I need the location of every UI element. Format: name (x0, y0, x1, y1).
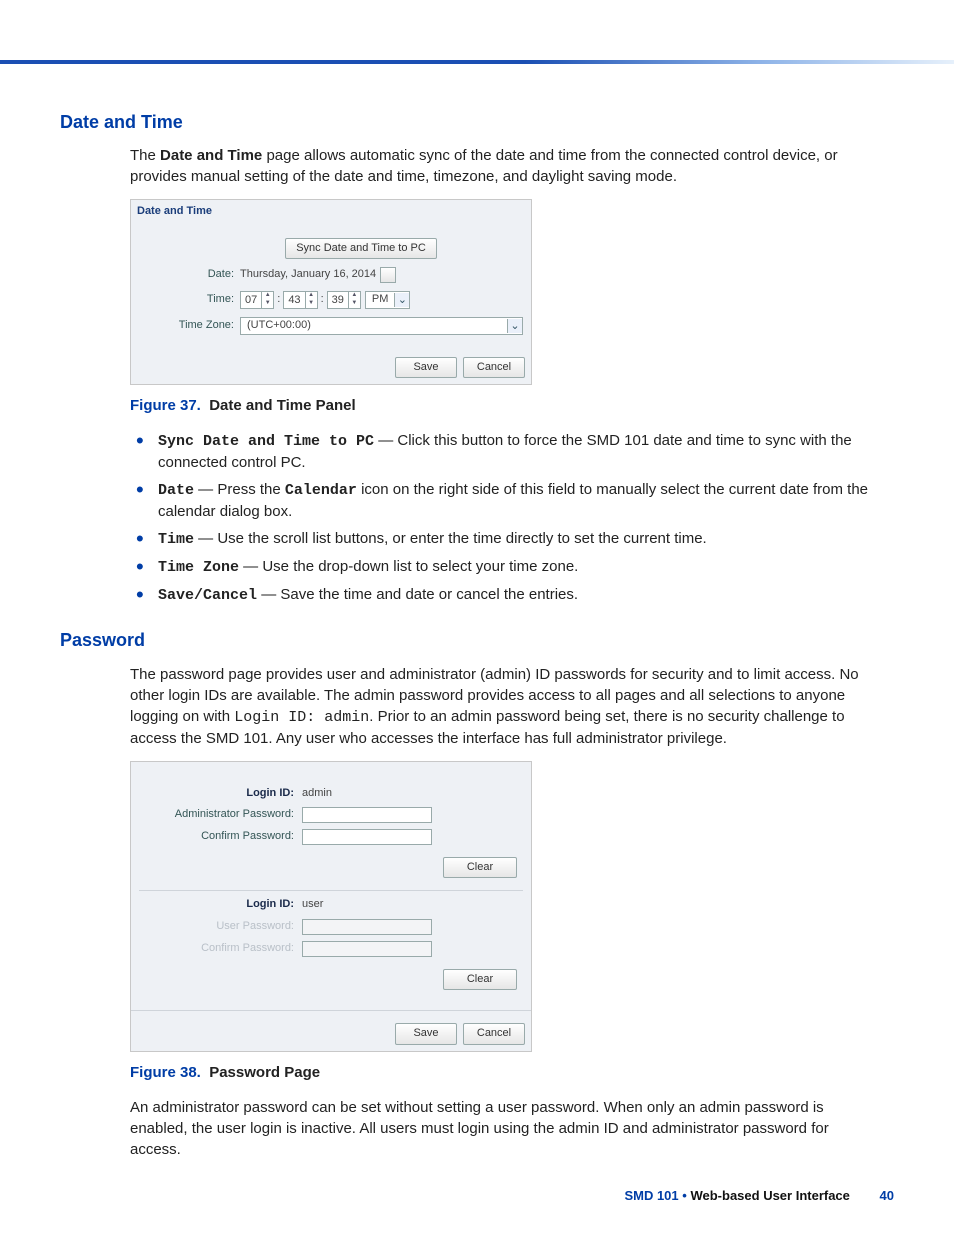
page-number: 40 (880, 1188, 894, 1203)
page-footer: SMD 101 • Web-based User Interface 40 (624, 1187, 894, 1205)
term: Date (158, 482, 194, 499)
chevron-down-icon: ⌄ (507, 319, 522, 333)
password-after-text: An administrator password can be set wit… (130, 1097, 874, 1160)
panel-date-time: Date and Time Sync Date and Time to PC D… (130, 199, 532, 385)
term: Save/Cancel (158, 587, 257, 604)
divider (131, 1010, 531, 1011)
hour-value: 07 (241, 292, 261, 308)
user-confirm-input[interactable] (302, 941, 432, 957)
sync-date-time-button[interactable]: Sync Date and Time to PC (285, 238, 437, 259)
date-label: Date: (139, 267, 240, 282)
login-id-label: Login ID: (139, 786, 302, 801)
term: Sync Date and Time to PC (158, 433, 374, 450)
figure-37-caption: Figure 37. Date and Time Panel (130, 395, 874, 416)
datetime-bullet-list: Sync Date and Time to PC — Click this bu… (130, 430, 874, 606)
colon: : (274, 292, 283, 307)
text: — Use the scroll list buttons, or enter … (194, 530, 707, 547)
save-button[interactable]: Save (395, 357, 457, 378)
save-button[interactable]: Save (395, 1023, 457, 1044)
minute-stepper[interactable]: 43 ▲▼ (283, 291, 317, 309)
datetime-intro: The Date and Time page allows automatic … (130, 145, 874, 187)
term: Time (158, 531, 194, 548)
list-item: Sync Date and Time to PC — Click this bu… (130, 430, 874, 473)
colon: : (318, 292, 327, 307)
timezone-value: (UTC+00:00) (241, 318, 507, 333)
calendar-icon[interactable] (380, 267, 396, 283)
term: Time Zone (158, 559, 239, 576)
top-gradient-rule (0, 60, 954, 64)
user-password-label: User Password: (139, 919, 302, 934)
figure-38-caption: Figure 38. Password Page (130, 1062, 874, 1083)
figure-title: Date and Time Panel (209, 397, 355, 414)
clear-user-button[interactable]: Clear (443, 969, 517, 990)
minute-value: 43 (284, 292, 304, 308)
list-item: Date — Press the Calendar icon on the ri… (130, 479, 874, 522)
chevron-down-icon: ⌄ (394, 293, 409, 307)
stepper-arrows[interactable]: ▲▼ (305, 292, 317, 308)
user-password-input[interactable] (302, 919, 432, 935)
timezone-label: Time Zone: (139, 318, 240, 333)
stepper-arrows[interactable]: ▲▼ (261, 292, 273, 308)
login-id-user: user (302, 897, 323, 912)
divider (139, 890, 523, 891)
list-item: Save/Cancel — Save the time and date or … (130, 584, 874, 606)
date-value: Thursday, January 16, 2014 (240, 267, 376, 282)
heading-date-and-time: Date and Time (60, 110, 874, 135)
time-label: Time: (139, 292, 240, 307)
list-item: Time Zone — Use the drop-down list to se… (130, 556, 874, 578)
hour-stepper[interactable]: 07 ▲▼ (240, 291, 274, 309)
confirm-password-label: Confirm Password: (139, 829, 302, 844)
list-item: Time — Use the scroll list buttons, or e… (130, 528, 874, 550)
ampm-select[interactable]: PM ⌄ (365, 291, 411, 309)
stepper-arrows[interactable]: ▲▼ (348, 292, 360, 308)
figure-label: Figure 38. (130, 1064, 201, 1081)
user-confirm-label: Confirm Password: (139, 941, 302, 956)
panel-legend: Date and Time (137, 204, 525, 219)
cancel-button[interactable]: Cancel (463, 1023, 525, 1044)
heading-password: Password (60, 628, 874, 653)
footer-product: SMD 101 (624, 1188, 678, 1203)
admin-confirm-input[interactable] (302, 829, 432, 845)
term: Calendar (285, 482, 357, 499)
footer-chapter: Web-based User Interface (690, 1188, 849, 1203)
admin-password-label: Administrator Password: (139, 807, 302, 822)
text-bold: Date and Time (160, 147, 262, 164)
panel-password: Login ID: admin Administrator Password: … (130, 761, 532, 1052)
second-value: 39 (328, 292, 348, 308)
cancel-button[interactable]: Cancel (463, 357, 525, 378)
text: The (130, 147, 160, 164)
timezone-select[interactable]: (UTC+00:00) ⌄ (240, 317, 523, 335)
text: — Use the drop-down list to select your … (239, 558, 578, 575)
login-id-label: Login ID: (139, 897, 302, 912)
footer-bullet: • (682, 1188, 687, 1203)
login-id-admin: admin (302, 786, 332, 801)
mono-text: Login ID: admin (234, 709, 369, 726)
figure-label: Figure 37. (130, 397, 201, 414)
ampm-value: PM (366, 292, 395, 307)
password-intro: The password page provides user and admi… (130, 664, 874, 749)
figure-title: Password Page (209, 1064, 320, 1081)
clear-admin-button[interactable]: Clear (443, 857, 517, 878)
admin-password-input[interactable] (302, 807, 432, 823)
second-stepper[interactable]: 39 ▲▼ (327, 291, 361, 309)
text: — Save the time and date or cancel the e… (257, 586, 578, 603)
text: — Press the (194, 481, 285, 498)
